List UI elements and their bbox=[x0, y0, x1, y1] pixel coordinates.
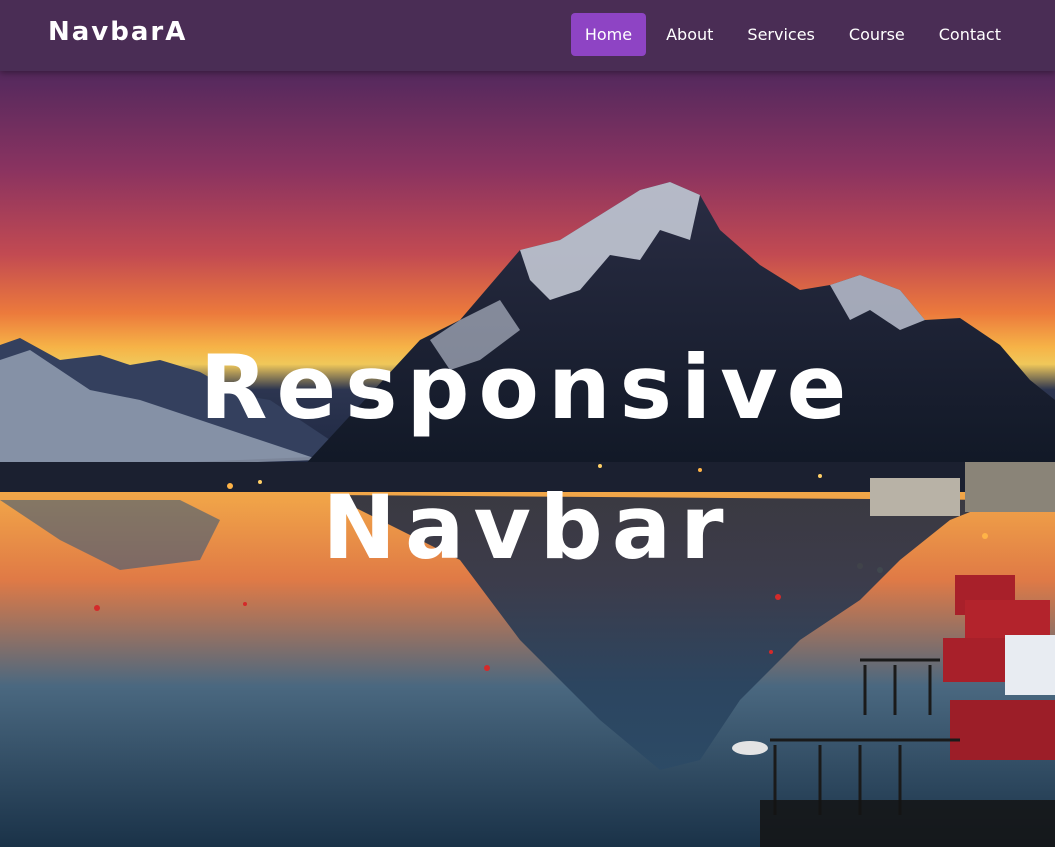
brand-logo[interactable]: NavbarA bbox=[48, 17, 187, 47]
nav-link-contact[interactable]: Contact bbox=[925, 13, 1015, 56]
nav-link-about[interactable]: About bbox=[652, 13, 727, 56]
navbar: NavbarA Home About Services Course Conta… bbox=[0, 0, 1055, 71]
page: NavbarA Home About Services Course Conta… bbox=[0, 0, 1055, 847]
hero-title: Responsive Navbar bbox=[0, 318, 1055, 598]
hero-title-line-2: Navbar bbox=[322, 476, 733, 579]
nav-link-home[interactable]: Home bbox=[570, 13, 647, 56]
nav-link-services[interactable]: Services bbox=[733, 13, 828, 56]
nav-links: Home About Services Course Contact bbox=[570, 13, 1015, 56]
nav-link-course[interactable]: Course bbox=[835, 13, 919, 56]
hero-title-line-1: Responsive bbox=[199, 336, 856, 439]
